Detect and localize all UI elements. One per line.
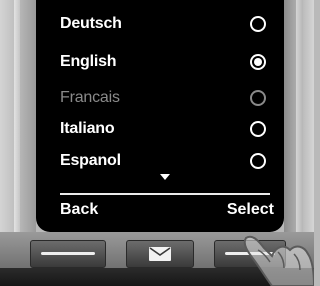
language-label: Espanol (60, 152, 121, 169)
language-option-deutsch[interactable]: Deutsch (60, 10, 280, 38)
radio-button-unchecked[interactable] (250, 153, 266, 169)
language-option-english[interactable]: English (60, 48, 280, 76)
radio-button-unchecked[interactable] (250, 121, 266, 137)
phone-bezel-right (284, 0, 314, 244)
radio-button-unchecked[interactable] (250, 16, 266, 32)
language-option-espanol[interactable]: Espanol (60, 147, 280, 175)
language-option-italiano[interactable]: Italiano (60, 115, 280, 143)
language-option-francais: Francais (60, 84, 280, 112)
select-softkey[interactable]: Select (227, 201, 274, 219)
language-label: English (60, 53, 117, 70)
radio-button-disabled (250, 90, 266, 106)
language-label: Francais (60, 89, 120, 106)
phone-bezel-left (0, 0, 36, 244)
language-label: Italiano (60, 120, 115, 137)
envelope-icon (149, 247, 171, 261)
back-softkey[interactable]: Back (60, 201, 98, 219)
pointing-finger-icon (243, 235, 314, 286)
left-display-key[interactable] (30, 240, 106, 268)
phone-display: Deutsch English Francais Italiano Espano… (36, 0, 284, 232)
message-key[interactable] (126, 240, 194, 268)
down-arrow-icon (160, 174, 170, 180)
key-line-icon (41, 252, 95, 255)
language-label: Deutsch (60, 15, 122, 32)
radio-button-checked[interactable] (250, 54, 266, 70)
softkey-divider (60, 193, 270, 195)
